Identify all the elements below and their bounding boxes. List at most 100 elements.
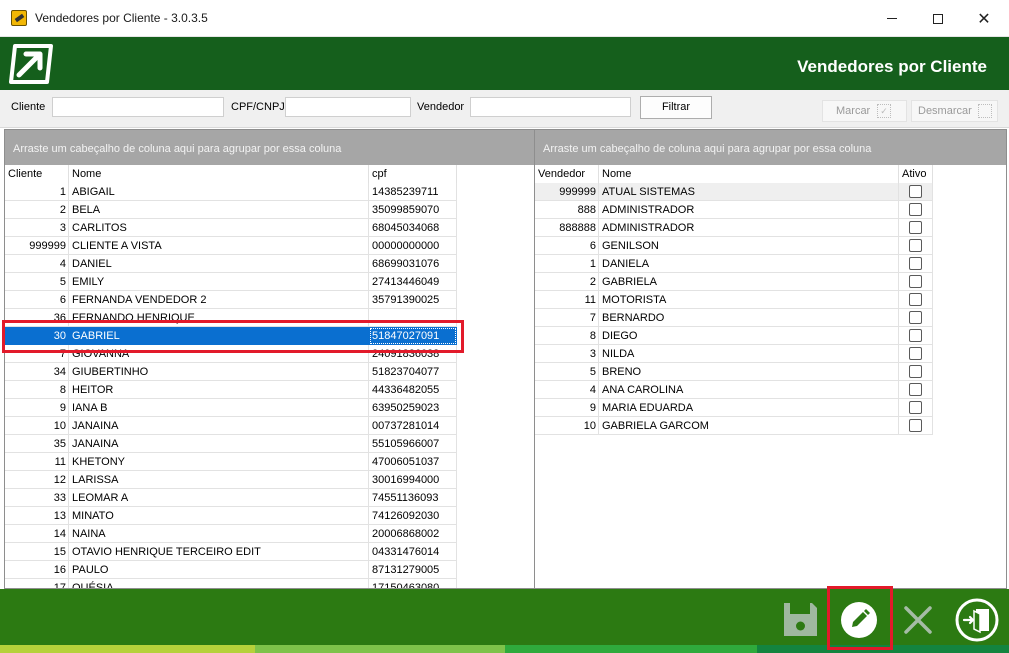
cell-cliente: 35	[5, 435, 69, 453]
ativo-checkbox[interactable]	[909, 347, 922, 360]
close-button[interactable]: ✕	[961, 0, 1007, 37]
ativo-checkbox[interactable]	[909, 275, 922, 288]
edit-button[interactable]	[841, 602, 877, 638]
cell-nome: NAINA	[69, 525, 369, 543]
footer-stripe	[757, 645, 1009, 653]
logo-icon	[9, 44, 53, 84]
cell-vendedor: 7	[535, 309, 599, 327]
table-row[interactable]: 33 LEOMAR A 74551136093	[5, 489, 534, 507]
ativo-checkbox[interactable]	[909, 383, 922, 396]
ativo-checkbox[interactable]	[909, 401, 922, 414]
cell-cpf: 68045034068	[369, 219, 457, 237]
table-row[interactable]: 8 HEITOR 44336482055	[5, 381, 534, 399]
ativo-checkbox[interactable]	[909, 311, 922, 324]
table-row[interactable]: 5 EMILY 27413446049	[5, 273, 534, 291]
table-row[interactable]: 36 FERNANDO HENRIQUE	[5, 309, 534, 327]
cell-vendedor: 888	[535, 201, 599, 219]
table-row[interactable]: 7 BERNARDO	[535, 309, 1006, 327]
column-header-nome[interactable]: Nome	[69, 165, 369, 183]
vendedores-grid[interactable]: Arraste um cabeçalho de coluna aqui para…	[534, 129, 1007, 589]
filtrar-button[interactable]: Filtrar	[640, 96, 712, 119]
table-row[interactable]: 35 JANAINA 55105966007	[5, 435, 534, 453]
ativo-checkbox[interactable]	[909, 293, 922, 306]
cell-vendedor: 4	[535, 381, 599, 399]
column-header-ativo[interactable]: Ativo	[899, 165, 933, 183]
cell-nome: GENILSON	[599, 237, 899, 255]
save-button[interactable]	[781, 600, 820, 639]
table-row[interactable]: 999999 CLIENTE A VISTA 00000000000	[5, 237, 534, 255]
table-row[interactable]: 888 ADMINISTRADOR	[535, 201, 1006, 219]
table-row[interactable]: 1 DANIELA	[535, 255, 1006, 273]
table-row[interactable]: 3 NILDA	[535, 345, 1006, 363]
table-row[interactable]: 2 GABRIELA	[535, 273, 1006, 291]
table-row[interactable]: 10 GABRIELA GARCOM	[535, 417, 1006, 435]
cell-cliente: 36	[5, 309, 69, 327]
maximize-button[interactable]	[915, 0, 961, 37]
cell-cliente: 999999	[5, 237, 69, 255]
cell-ativo	[899, 255, 933, 273]
table-row[interactable]: 7 GIOVANNA 24091836038	[5, 345, 534, 363]
table-row[interactable]: 15 OTAVIO HENRIQUE TERCEIRO EDIT 043314760…	[5, 543, 534, 561]
cell-nome: MARIA EDUARDA	[599, 399, 899, 417]
clientes-grid[interactable]: Arraste um cabeçalho de coluna aqui para…	[4, 129, 535, 589]
column-header-cliente[interactable]: Cliente	[5, 165, 69, 183]
ativo-checkbox[interactable]	[909, 257, 922, 270]
table-row[interactable]: 9 MARIA EDUARDA	[535, 399, 1006, 417]
cell-cpf: 00737281014	[369, 417, 457, 435]
table-row[interactable]: 999999 ATUAL SISTEMAS	[535, 183, 1006, 201]
ativo-checkbox[interactable]	[909, 239, 922, 252]
cell-cpf: 27413446049	[369, 273, 457, 291]
column-header-vendedor[interactable]: Vendedor	[535, 165, 599, 183]
group-by-panel[interactable]: Arraste um cabeçalho de coluna aqui para…	[535, 130, 1006, 165]
cell-nome: CLIENTE A VISTA	[69, 237, 369, 255]
table-row[interactable]: 13 MINATO 74126092030	[5, 507, 534, 525]
ativo-checkbox[interactable]	[909, 419, 922, 432]
ativo-checkbox[interactable]	[909, 329, 922, 342]
cancel-button[interactable]	[900, 602, 936, 638]
table-row[interactable]: 3 CARLITOS 68045034068	[5, 219, 534, 237]
table-row[interactable]: 6 GENILSON	[535, 237, 1006, 255]
cell-cpf: 55105966007	[369, 435, 457, 453]
table-row[interactable]: 12 LARISSA 30016994000	[5, 471, 534, 489]
cell-cliente: 9	[5, 399, 69, 417]
table-row[interactable]: 8 DIEGO	[535, 327, 1006, 345]
table-row[interactable]: 17 QUÉSIA 17150463080	[5, 579, 534, 588]
cell-cpf: 14385239711	[369, 183, 457, 201]
desmarcar-button[interactable]: Desmarcar	[911, 100, 998, 122]
column-header-nome[interactable]: Nome	[599, 165, 899, 183]
table-row[interactable]: 2 BELA 35099859070	[5, 201, 534, 219]
table-row[interactable]: 9 IANA B 63950259023	[5, 399, 534, 417]
cliente-input[interactable]	[52, 97, 224, 117]
column-header-cpf[interactable]: cpf	[369, 165, 457, 183]
ativo-checkbox[interactable]	[909, 221, 922, 234]
ativo-checkbox[interactable]	[909, 365, 922, 378]
cell-cpf	[369, 309, 457, 327]
group-by-panel[interactable]: Arraste um cabeçalho de coluna aqui para…	[5, 130, 534, 165]
table-row[interactable]: 888888 ADMINISTRADOR	[535, 219, 1006, 237]
table-row[interactable]: 6 FERNANDA VENDEDOR 2 35791390025	[5, 291, 534, 309]
cell-nome: DANIEL	[69, 255, 369, 273]
table-row[interactable]: 5 BRENO	[535, 363, 1006, 381]
table-row[interactable]: 14 NAINA 20006868002	[5, 525, 534, 543]
table-row[interactable]: 4 DANIEL 68699031076	[5, 255, 534, 273]
table-row[interactable]: 16 PAULO 87131279005	[5, 561, 534, 579]
exit-button[interactable]	[954, 597, 1000, 643]
table-row[interactable]: 1 ABIGAIL 14385239711	[5, 183, 534, 201]
cell-nome: GABRIELA GARCOM	[599, 417, 899, 435]
uncheck-icon	[978, 104, 992, 118]
table-row[interactable]: 11 MOTORISTA	[535, 291, 1006, 309]
table-row[interactable]: 30 GABRIEL 51847027091	[5, 327, 534, 345]
vendedor-input[interactable]	[470, 97, 631, 117]
ativo-checkbox[interactable]	[909, 203, 922, 216]
cell-cliente: 4	[5, 255, 69, 273]
cell-ativo	[899, 381, 933, 399]
minimize-button[interactable]	[869, 0, 915, 37]
cpf-input[interactable]	[285, 97, 411, 117]
table-row[interactable]: 10 JANAINA 00737281014	[5, 417, 534, 435]
table-row[interactable]: 11 KHETONY 47006051037	[5, 453, 534, 471]
table-row[interactable]: 4 ANA CAROLINA	[535, 381, 1006, 399]
cell-vendedor: 999999	[535, 183, 599, 201]
ativo-checkbox[interactable]	[909, 185, 922, 198]
table-row[interactable]: 34 GIUBERTINHO 51823704077	[5, 363, 534, 381]
marcar-button[interactable]: Marcar ✓	[822, 100, 907, 122]
